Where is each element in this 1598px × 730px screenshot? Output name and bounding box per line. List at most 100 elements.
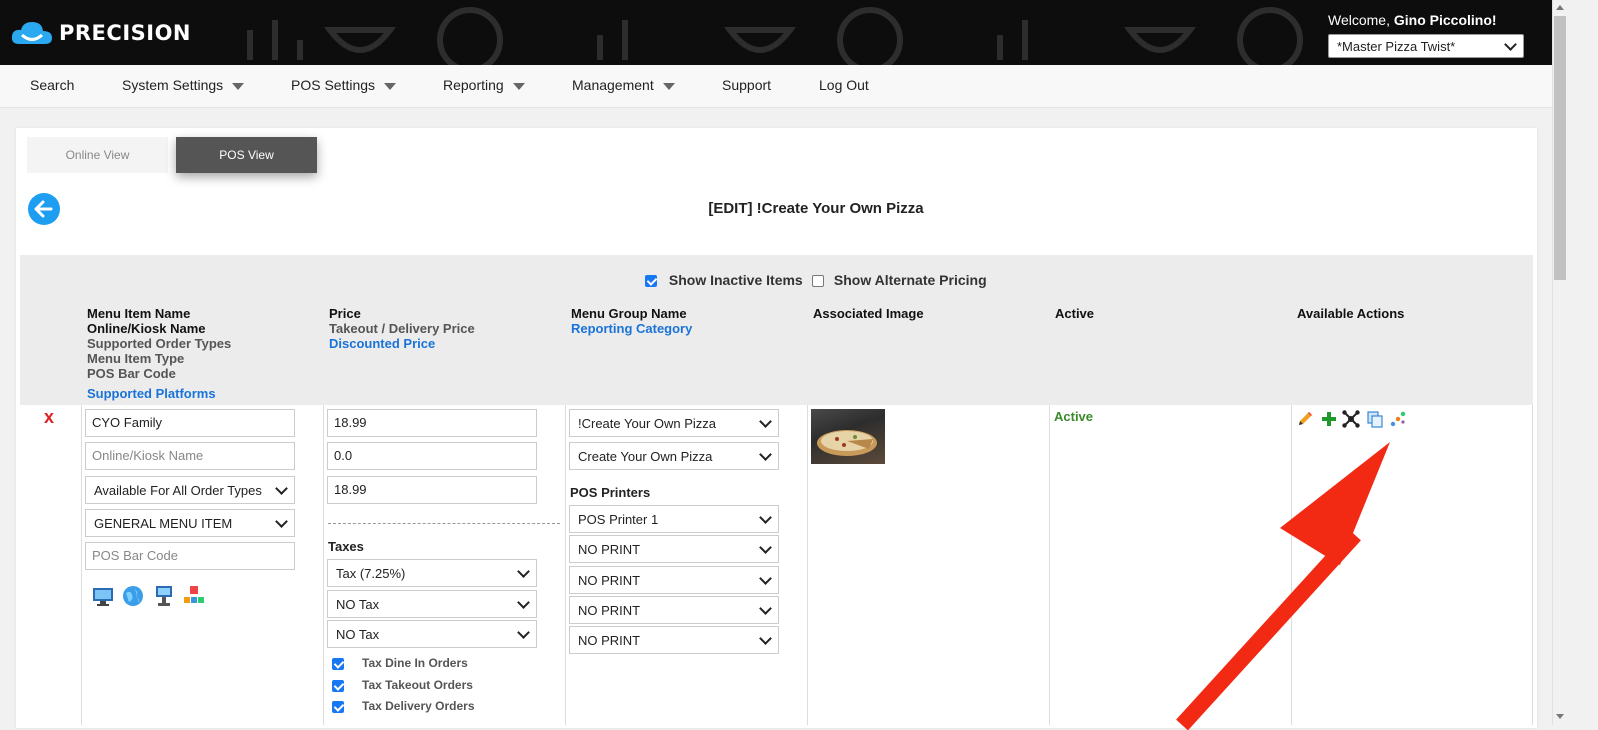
chevron-down-icon (517, 564, 530, 578)
printer-select-2-value: NO PRINT (578, 541, 641, 557)
printer-select-4[interactable]: NO PRINT (569, 596, 779, 624)
show-inactive-toggle[interactable]: Show Inactive Items (645, 272, 803, 288)
reporting-category-select[interactable]: Create Your Own Pizza (569, 442, 779, 470)
nav-system-settings[interactable]: System Settings (122, 77, 245, 93)
nav-pos-settings[interactable]: POS Settings (291, 77, 397, 93)
tax-select-1[interactable]: Tax (7.25%) (327, 559, 537, 587)
column-divider (807, 405, 808, 725)
menu-group-select[interactable]: !Create Your Own Pizza (569, 409, 779, 437)
discounted-price-input[interactable]: 18.99 (327, 476, 537, 504)
hdr-platforms: Supported Platforms (87, 386, 216, 401)
hdr-bar-code: POS Bar Code (87, 366, 176, 381)
item-type-select[interactable]: GENERAL MENU ITEM (85, 509, 295, 537)
hdr-menu-item-name: Menu Item Name (87, 306, 191, 321)
tax-select-1-value: Tax (7.25%) (336, 565, 406, 581)
printer-select-1[interactable]: POS Printer 1 (569, 505, 779, 533)
column-divider (565, 405, 566, 725)
col-header-group: Menu Group Name Reporting Category (571, 306, 692, 336)
chevron-down-icon (759, 601, 772, 615)
tax-delivery-row[interactable]: Tax Delivery Orders (332, 699, 475, 713)
nav-logout[interactable]: Log Out (819, 77, 869, 93)
col-header-price: Price Takeout / Delivery Price Discounte… (329, 306, 475, 351)
chevron-down-icon (759, 414, 772, 428)
hdr-takeout-price: Takeout / Delivery Price (329, 321, 475, 336)
chevron-down-icon (759, 631, 772, 645)
chevron-down-icon (517, 595, 530, 609)
precision-logo[interactable]: PRECISION (11, 20, 191, 46)
nav-reporting[interactable]: Reporting (443, 77, 525, 93)
column-divider (323, 405, 324, 725)
taxes-label: Taxes (328, 539, 364, 554)
printer-select-2[interactable]: NO PRINT (569, 535, 779, 563)
hdr-associated-image: Associated Image (813, 306, 924, 321)
tax-takeout-label: Tax Takeout Orders (362, 678, 473, 692)
nav-management-label: Management (572, 77, 654, 93)
tax-delivery-label: Tax Delivery Orders (362, 699, 475, 713)
online-name-input[interactable]: Online/Kiosk Name (85, 442, 295, 470)
tax-dine-in-checkbox[interactable] (332, 657, 344, 670)
menu-group-value: !Create Your Own Pizza (578, 415, 717, 431)
welcome-message: Welcome, Gino Piccolino! (1328, 12, 1497, 28)
col-header-name: Menu Item Name Online/Kiosk Name Support… (87, 306, 231, 401)
tab-online-view[interactable]: Online View (27, 137, 168, 173)
tax-dine-in-row[interactable]: Tax Dine In Orders (332, 656, 468, 670)
show-alternate-toggle[interactable]: Show Alternate Pricing (812, 272, 987, 288)
show-inactive-label: Show Inactive Items (668, 272, 803, 288)
desktop-pos-icon[interactable] (92, 585, 114, 607)
hdr-item-type: Menu Item Type (87, 351, 185, 366)
chevron-down-icon (275, 514, 288, 528)
scroll-up-icon[interactable] (1556, 5, 1564, 10)
tax-takeout-row[interactable]: Tax Takeout Orders (332, 678, 473, 692)
tax-delivery-checkbox[interactable] (332, 700, 344, 713)
globe-online-icon[interactable] (122, 585, 144, 607)
third-party-icon[interactable] (183, 585, 205, 607)
copy-icon[interactable] (1366, 410, 1384, 428)
tax-select-2-value: NO Tax (336, 596, 380, 612)
order-types-select[interactable]: Available For All Order Types (85, 476, 295, 504)
show-alternate-checkbox[interactable] (812, 275, 824, 288)
price-divider (328, 523, 560, 524)
tax-select-2[interactable]: NO Tax (327, 590, 537, 618)
user-name: Gino Piccolino! (1393, 12, 1497, 28)
location-select[interactable]: *Master Pizza Twist* (1328, 34, 1524, 58)
price-input[interactable]: 18.99 (327, 409, 537, 437)
tab-pos-view[interactable]: POS View (176, 137, 317, 173)
cloud-logo-icon (11, 22, 52, 44)
caret-down-icon (512, 82, 525, 90)
bar-code-input[interactable]: POS Bar Code (85, 542, 295, 570)
tax-takeout-checkbox[interactable] (332, 679, 344, 692)
nav-reporting-label: Reporting (443, 77, 504, 93)
nav-pos-settings-label: POS Settings (291, 77, 376, 93)
hdr-order-types: Supported Order Types (87, 336, 232, 351)
modifier-network-icon[interactable] (1342, 410, 1360, 428)
welcome-prefix: Welcome, (1328, 12, 1394, 28)
connect-dots-icon[interactable] (1389, 410, 1407, 428)
hdr-price: Price (329, 306, 361, 321)
nav-support[interactable]: Support (722, 77, 771, 93)
chevron-down-icon (517, 625, 530, 639)
nav-management[interactable]: Management (572, 77, 675, 93)
annotation-arrow (1176, 442, 1390, 730)
kiosk-icon[interactable] (153, 585, 175, 607)
active-status: Active (1054, 409, 1094, 424)
hdr-discounted-price: Discounted Price (329, 336, 436, 351)
header-background-pattern (247, 7, 1303, 65)
scrollbar-thumb[interactable] (1554, 16, 1566, 280)
pizza-thumbnail[interactable] (811, 409, 885, 464)
takeout-price-input[interactable]: 0.0 (327, 442, 537, 470)
tax-dine-in-label: Tax Dine In Orders (362, 656, 468, 670)
delete-item-button[interactable]: x (44, 407, 54, 428)
tax-select-3[interactable]: NO Tax (327, 620, 537, 648)
printer-select-1-value: POS Printer 1 (578, 511, 659, 527)
plus-add-icon[interactable] (1320, 410, 1338, 428)
nav-search[interactable]: Search (30, 77, 74, 93)
hdr-actions: Available Actions (1297, 306, 1405, 321)
printer-select-3[interactable]: NO PRINT (569, 566, 779, 594)
main-nav: Search System Settings POS Settings Repo… (0, 65, 1552, 108)
show-inactive-checkbox[interactable] (645, 275, 657, 288)
chevron-down-icon (759, 510, 772, 524)
pencil-edit-icon[interactable] (1296, 410, 1314, 428)
printer-select-5[interactable]: NO PRINT (569, 626, 779, 654)
menu-item-name-input[interactable]: CYO Family (85, 409, 295, 437)
scroll-down-icon[interactable] (1556, 714, 1564, 719)
